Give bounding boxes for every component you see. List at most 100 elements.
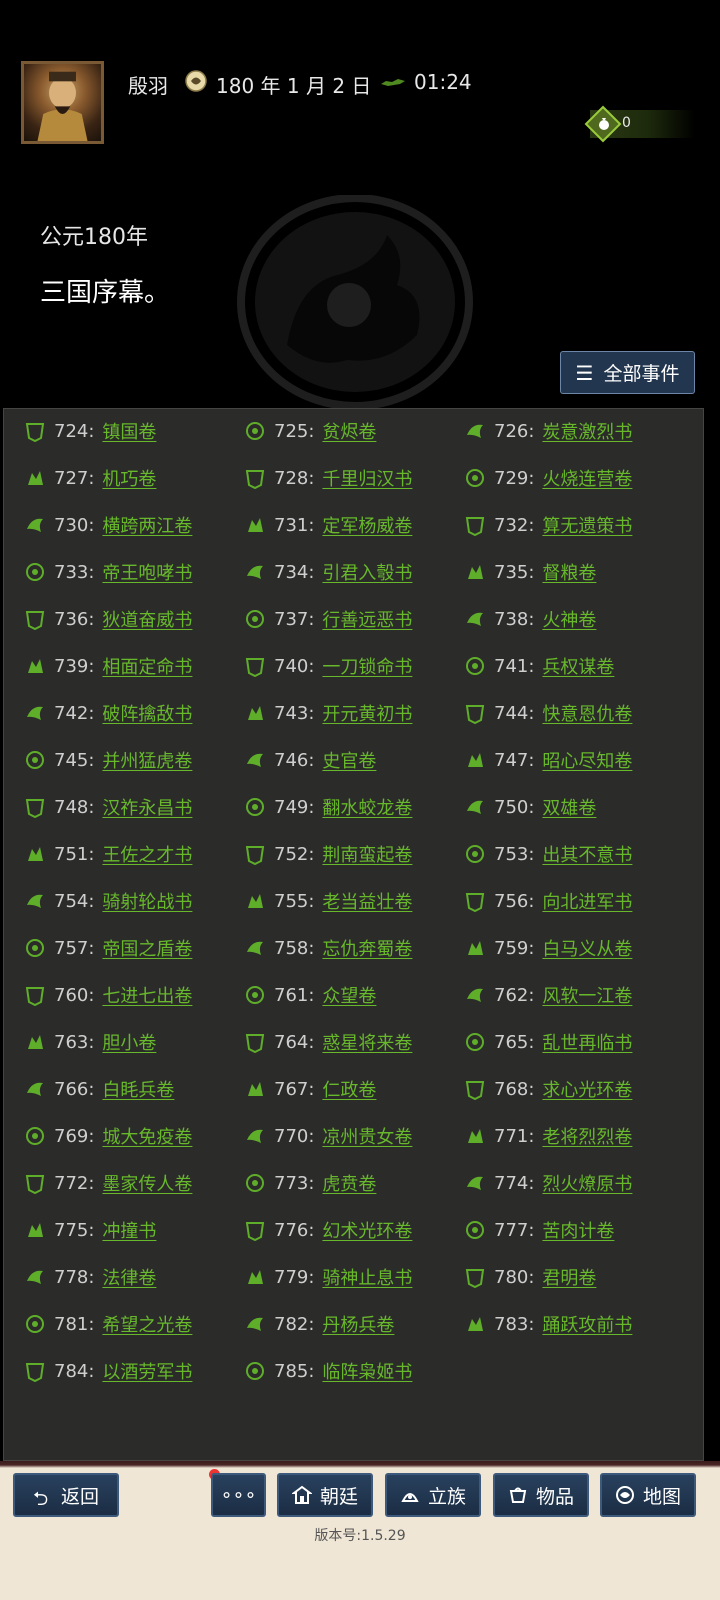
book-entry[interactable]: 770: 凉州贵女卷 <box>244 1122 412 1150</box>
book-title-link[interactable]: 丹杨兵卷 <box>322 1311 394 1337</box>
clan-button[interactable]: 立族 <box>385 1473 481 1517</box>
book-title-link[interactable]: 机巧卷 <box>102 465 156 491</box>
book-entry[interactable]: 772: 墨家传人卷 <box>24 1169 192 1197</box>
book-entry[interactable]: 726: 炭意激烈书 <box>464 417 632 445</box>
book-title-link[interactable]: 贫烬卷 <box>322 418 376 444</box>
map-button[interactable]: 地图 <box>600 1473 696 1517</box>
book-entry[interactable]: 744: 快意恩仇卷 <box>464 699 632 727</box>
book-entry[interactable]: 781: 希望之光卷 <box>24 1310 192 1338</box>
book-title-link[interactable]: 并州猛虎卷 <box>102 747 192 773</box>
book-entry[interactable]: 724: 镇国卷 <box>24 417 156 445</box>
book-entry[interactable]: 748: 汉祚永昌书 <box>24 793 192 821</box>
book-entry[interactable]: 733: 帝王咆哮书 <box>24 558 192 586</box>
back-button[interactable]: ⮌ 返回 <box>13 1473 119 1517</box>
book-entry[interactable]: 751: 王佐之才书 <box>24 840 192 868</box>
book-title-link[interactable]: 快意恩仇卷 <box>542 700 632 726</box>
book-entry[interactable]: 738: 火神卷 <box>464 605 596 633</box>
book-title-link[interactable]: 开元黄初书 <box>322 700 412 726</box>
book-entry[interactable]: 731: 定军杨威卷 <box>244 511 412 539</box>
items-button[interactable]: 物品 <box>493 1473 589 1517</box>
book-title-link[interactable]: 仁政卷 <box>322 1076 376 1102</box>
book-title-link[interactable]: 乱世再临书 <box>542 1029 632 1055</box>
book-entry[interactable]: 735: 督粮卷 <box>464 558 596 586</box>
book-entry[interactable]: 775: 冲撞书 <box>24 1216 156 1244</box>
book-entry[interactable]: 761: 众望卷 <box>244 981 376 1009</box>
book-entry[interactable]: 740: 一刀锁命书 <box>244 652 412 680</box>
book-title-link[interactable]: 凉州贵女卷 <box>322 1123 412 1149</box>
book-entry[interactable]: 780: 君明卷 <box>464 1263 596 1291</box>
book-title-link[interactable]: 城大免疫卷 <box>102 1123 192 1149</box>
book-title-link[interactable]: 临阵枭姬书 <box>322 1358 412 1384</box>
book-entry[interactable]: 734: 引君入彀书 <box>244 558 412 586</box>
book-entry[interactable]: 760: 七进七出卷 <box>24 981 192 1009</box>
book-entry[interactable]: 730: 横跨两江卷 <box>24 511 192 539</box>
book-title-link[interactable]: 炭意激烈书 <box>542 418 632 444</box>
book-title-link[interactable]: 苦肉计卷 <box>542 1217 614 1243</box>
book-entry[interactable]: 757: 帝国之盾卷 <box>24 934 192 962</box>
book-title-link[interactable]: 老当益壮卷 <box>322 888 412 914</box>
book-title-link[interactable]: 帝王咆哮书 <box>102 559 192 585</box>
book-entry[interactable]: 777: 苦肉计卷 <box>464 1216 614 1244</box>
book-entry[interactable]: 753: 出其不意书 <box>464 840 632 868</box>
book-title-link[interactable]: 一刀锁命书 <box>322 653 412 679</box>
book-entry[interactable]: 750: 双雄卷 <box>464 793 596 821</box>
book-entry[interactable]: 758: 忘仇奔蜀卷 <box>244 934 412 962</box>
book-title-link[interactable]: 希望之光卷 <box>102 1311 192 1337</box>
book-title-link[interactable]: 冲撞书 <box>102 1217 156 1243</box>
book-entry[interactable]: 783: 踊跃攻前书 <box>464 1310 632 1338</box>
book-title-link[interactable]: 以酒劳军书 <box>102 1358 192 1384</box>
book-entry[interactable]: 739: 相面定命书 <box>24 652 192 680</box>
book-title-link[interactable]: 千里归汉书 <box>322 465 412 491</box>
book-title-link[interactable]: 幻术光环卷 <box>322 1217 412 1243</box>
book-entry[interactable]: 769: 城大免疫卷 <box>24 1122 192 1150</box>
book-title-link[interactable]: 双雄卷 <box>542 794 596 820</box>
book-title-link[interactable]: 骑射轮战书 <box>102 888 192 914</box>
book-title-link[interactable]: 求心光环卷 <box>542 1076 632 1102</box>
all-events-button[interactable]: ☰ 全部事件 <box>560 351 695 394</box>
book-entry[interactable]: 743: 开元黄初书 <box>244 699 412 727</box>
book-entry[interactable]: 784: 以酒劳军书 <box>24 1357 192 1385</box>
book-title-link[interactable]: 出其不意书 <box>542 841 632 867</box>
book-entry[interactable]: 745: 并州猛虎卷 <box>24 746 192 774</box>
book-entry[interactable]: 749: 翻水蛟龙卷 <box>244 793 412 821</box>
book-title-link[interactable]: 镇国卷 <box>102 418 156 444</box>
book-entry[interactable]: 742: 破阵擒敌书 <box>24 699 192 727</box>
book-title-link[interactable]: 帝国之盾卷 <box>102 935 192 961</box>
book-entry[interactable]: 771: 老将烈烈卷 <box>464 1122 632 1150</box>
book-entry[interactable]: 736: 狄道奋威书 <box>24 605 192 633</box>
book-title-link[interactable]: 史官卷 <box>322 747 376 773</box>
book-title-link[interactable]: 骑神止息书 <box>322 1264 412 1290</box>
book-entry[interactable]: 766: 白眊兵卷 <box>24 1075 174 1103</box>
book-title-link[interactable]: 汉祚永昌书 <box>102 794 192 820</box>
book-title-link[interactable]: 烈火燎原书 <box>542 1170 632 1196</box>
book-title-link[interactable]: 白马义从卷 <box>542 935 632 961</box>
book-title-link[interactable]: 狄道奋威书 <box>102 606 192 632</box>
book-title-link[interactable]: 法律卷 <box>102 1264 156 1290</box>
book-title-link[interactable]: 算无遗策书 <box>542 512 632 538</box>
book-title-link[interactable]: 墨家传人卷 <box>102 1170 192 1196</box>
book-entry[interactable]: 767: 仁政卷 <box>244 1075 376 1103</box>
book-title-link[interactable]: 向北进军书 <box>542 888 632 914</box>
book-title-link[interactable]: 横跨两江卷 <box>102 512 192 538</box>
book-title-link[interactable]: 定军杨威卷 <box>322 512 412 538</box>
more-button[interactable]: ∘∘∘ <box>211 1473 266 1517</box>
book-entry[interactable]: 768: 求心光环卷 <box>464 1075 632 1103</box>
book-entry[interactable]: 756: 向北进军书 <box>464 887 632 915</box>
book-title-link[interactable]: 虎贲卷 <box>322 1170 376 1196</box>
book-title-link[interactable]: 行善远恶书 <box>322 606 412 632</box>
book-title-link[interactable]: 相面定命书 <box>102 653 192 679</box>
book-entry[interactable]: 779: 骑神止息书 <box>244 1263 412 1291</box>
book-entry[interactable]: 746: 史官卷 <box>244 746 376 774</box>
book-entry[interactable]: 752: 荆南蛮起卷 <box>244 840 412 868</box>
book-entry[interactable]: 732: 算无遗策书 <box>464 511 632 539</box>
book-entry[interactable]: 754: 骑射轮战书 <box>24 887 192 915</box>
book-entry[interactable]: 741: 兵权谋卷 <box>464 652 614 680</box>
book-entry[interactable]: 737: 行善远恶书 <box>244 605 412 633</box>
book-entry[interactable]: 785: 临阵枭姬书 <box>244 1357 412 1385</box>
book-entry[interactable]: 765: 乱世再临书 <box>464 1028 632 1056</box>
book-entry[interactable]: 762: 风软一江卷 <box>464 981 632 1009</box>
book-entry[interactable]: 729: 火烧连营卷 <box>464 464 632 492</box>
book-title-link[interactable]: 引君入彀书 <box>322 559 412 585</box>
book-title-link[interactable]: 风软一江卷 <box>542 982 632 1008</box>
book-entry[interactable]: 725: 贫烬卷 <box>244 417 376 445</box>
